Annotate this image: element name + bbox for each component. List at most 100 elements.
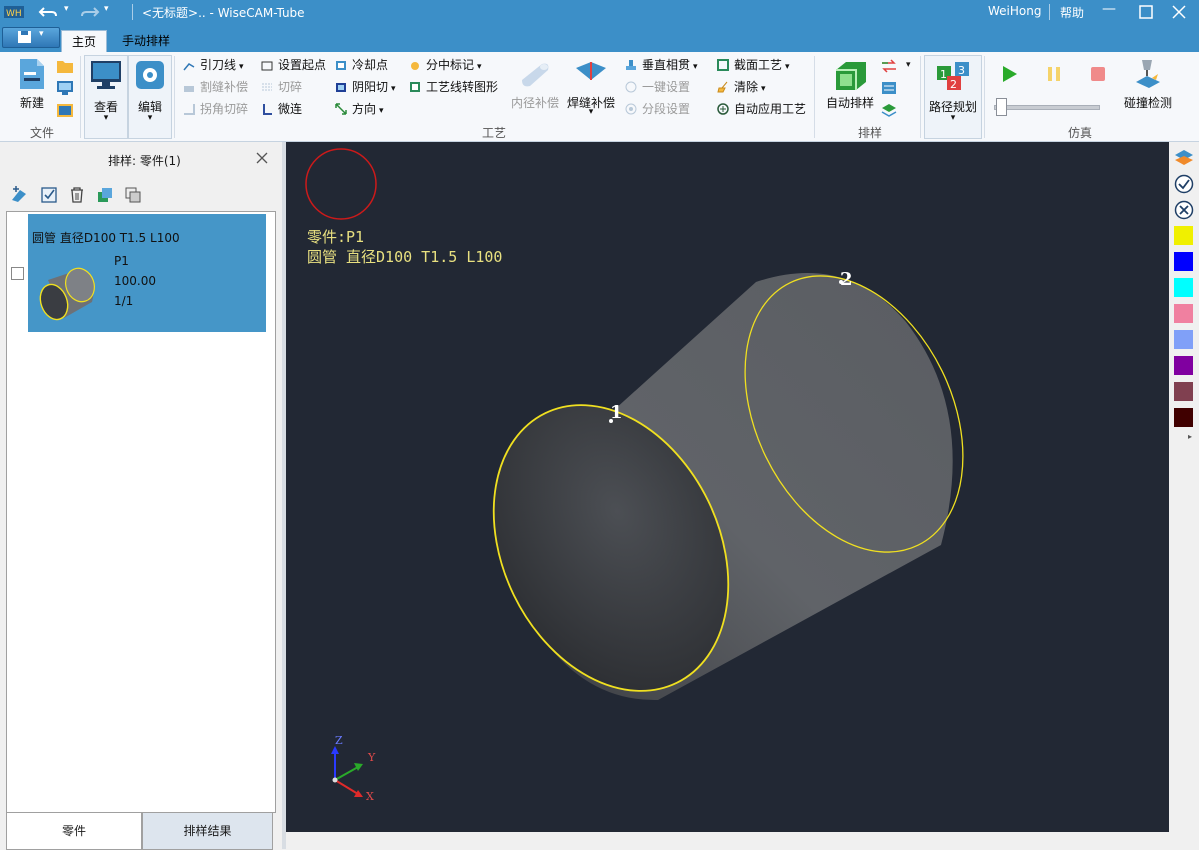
color-swatch[interactable] [1174,382,1193,401]
chop-button: 切碎 [260,78,302,96]
direction-button[interactable]: 方向 [334,100,384,118]
tab-home[interactable]: 主页 [61,30,107,53]
collision-detection-button[interactable]: 碰撞检测 [1120,56,1176,118]
undo-icon[interactable] [38,4,60,20]
color-swatch[interactable] [1174,330,1193,349]
section-craft-button[interactable]: 截面工艺 [716,56,790,74]
layers-icon[interactable] [1174,148,1194,168]
craft-line-to-graphic-button[interactable]: 工艺线转图形 [408,78,498,96]
list-item[interactable]: 圆管 直径D100 T1.5 L100 P1 100.00 1/1 [28,214,266,332]
orientation-circle [305,148,377,220]
nest-layers-icon[interactable] [880,102,898,118]
path-planning-button[interactable]: 1 3 2 路径规划 ▾ [924,55,982,139]
color-swatch[interactable] [1174,278,1193,297]
auto-apply-craft-button[interactable]: 自动应用工艺 [716,100,806,118]
color-swatch[interactable] [1174,252,1193,271]
duplicate-icon[interactable] [124,186,142,204]
edit-button[interactable]: 编辑 ▾ [128,55,172,139]
maximize-icon[interactable] [1139,5,1153,19]
yin-yang-cut-button[interactable]: 阴阳切 [334,78,396,96]
weld-comp-dropdown-icon: ▾ [588,107,594,117]
simulation-speed-slider[interactable] [994,105,1100,110]
undo-dropdown-icon[interactable]: ▾ [64,4,69,14]
file-menu-button[interactable]: ▾ [2,27,60,48]
one-key-icon [625,81,637,93]
minimize-icon[interactable]: — [1102,1,1116,17]
view-dropdown-icon: ▾ [103,113,109,123]
kerf-compensation-button: 割缝补偿 [182,78,248,96]
swap-dropdown-icon[interactable]: ▾ [906,60,911,70]
help-link[interactable]: 帮助 [1060,4,1084,21]
window-title: <无标题>.. - WiseCAM-Tube [142,6,305,20]
color-swatch[interactable] [1174,408,1193,427]
segment-setup-button: 分段设置 [624,100,690,118]
file-menu-dropdown-icon: ▾ [39,29,44,39]
yin-yang-cut-icon [336,83,346,92]
path-planning-dropdown-icon: ▾ [950,113,956,123]
micro-joint-button[interactable]: 微连 [260,100,302,118]
add-part-icon[interactable] [10,186,28,204]
part-spec-label: 圆管 直径D100 T1.5 L100 [307,248,503,266]
part-checkbox[interactable] [11,267,24,280]
delete-icon[interactable] [68,186,86,204]
color-swatch[interactable] [1174,226,1193,245]
copy-part-icon[interactable] [96,186,114,204]
3d-viewport[interactable]: 零件:P1 圆管 直径D100 T1.5 L100 1 2 Z Y X [286,142,1169,832]
part-label: 零件:P1 [307,228,365,246]
clear-button[interactable]: 清除 [716,78,766,96]
swap-icon[interactable] [880,58,898,74]
cooling-point-button[interactable]: 冷却点 [334,56,388,74]
tab-nest-results[interactable]: 排样结果 [142,812,273,850]
craft-group-label: 工艺 [482,126,507,140]
redo-icon[interactable] [78,4,100,20]
new-file-icon [20,59,44,89]
monitor-small-icon[interactable] [56,80,74,96]
part-name: P1 [114,254,129,268]
inner-diameter-compensation-button: 内径补偿 [508,56,562,118]
check-circle-icon[interactable] [1174,174,1194,194]
simulation-speed-thumb[interactable] [996,98,1007,116]
center-mark-icon [411,62,419,70]
auto-nest-button[interactable]: 自动排样 [822,56,878,118]
view-button[interactable]: 查看 ▾ [84,55,128,139]
center-mark-button[interactable]: 分中标记 [408,56,482,74]
cancel-circle-icon[interactable] [1174,200,1194,220]
more-colors-icon[interactable]: ▸ [1188,432,1192,441]
vertical-intersect-button[interactable]: 垂直相贯 [624,56,698,74]
close-window-icon[interactable] [1172,5,1186,19]
broom-icon [717,81,728,93]
color-swatch[interactable] [1174,304,1193,323]
redo-dropdown-icon[interactable]: ▾ [104,4,109,14]
corner-chop-icon [184,104,195,115]
lead-line-button[interactable]: 引刀线 [182,56,244,74]
select-all-icon[interactable] [40,186,58,204]
user-name[interactable]: WeiHong [988,4,1041,18]
tab-manual-nesting[interactable]: 手动排样 [114,30,178,52]
chop-icon [262,83,272,91]
close-panel-icon[interactable] [256,152,268,164]
open-folder-icon[interactable] [56,58,74,74]
svg-text:3: 3 [958,64,965,77]
part-description: 圆管 直径D100 T1.5 L100 [32,231,180,245]
play-icon[interactable] [1000,64,1020,84]
cooling-point-icon [336,61,346,70]
nest-list-icon[interactable] [880,80,898,96]
collision-detection-icon [1136,60,1160,88]
axis-gizmo [331,746,363,797]
corner-chop-button: 拐角切碎 [182,100,248,118]
axis-y-label: Y [368,751,376,764]
stop-icon[interactable] [1088,64,1108,84]
tab-parts[interactable]: 零件 [6,812,142,850]
weld-seam-compensation-button[interactable]: 焊缝补偿 ▾ [564,56,618,122]
marker-1: 1 [610,402,623,423]
vertical-intersect-icon [626,60,636,70]
micro-joint-icon [263,104,272,115]
axis-x-label: X [366,790,374,803]
image-import-icon[interactable] [56,102,74,118]
tube-thumbnail [39,267,95,321]
pause-icon[interactable] [1044,64,1064,84]
set-start-point-button[interactable]: 设置起点 [260,56,326,74]
auto-nest-icon [836,62,866,90]
new-button[interactable]: 新建 [12,56,52,118]
color-swatch[interactable] [1174,356,1193,375]
